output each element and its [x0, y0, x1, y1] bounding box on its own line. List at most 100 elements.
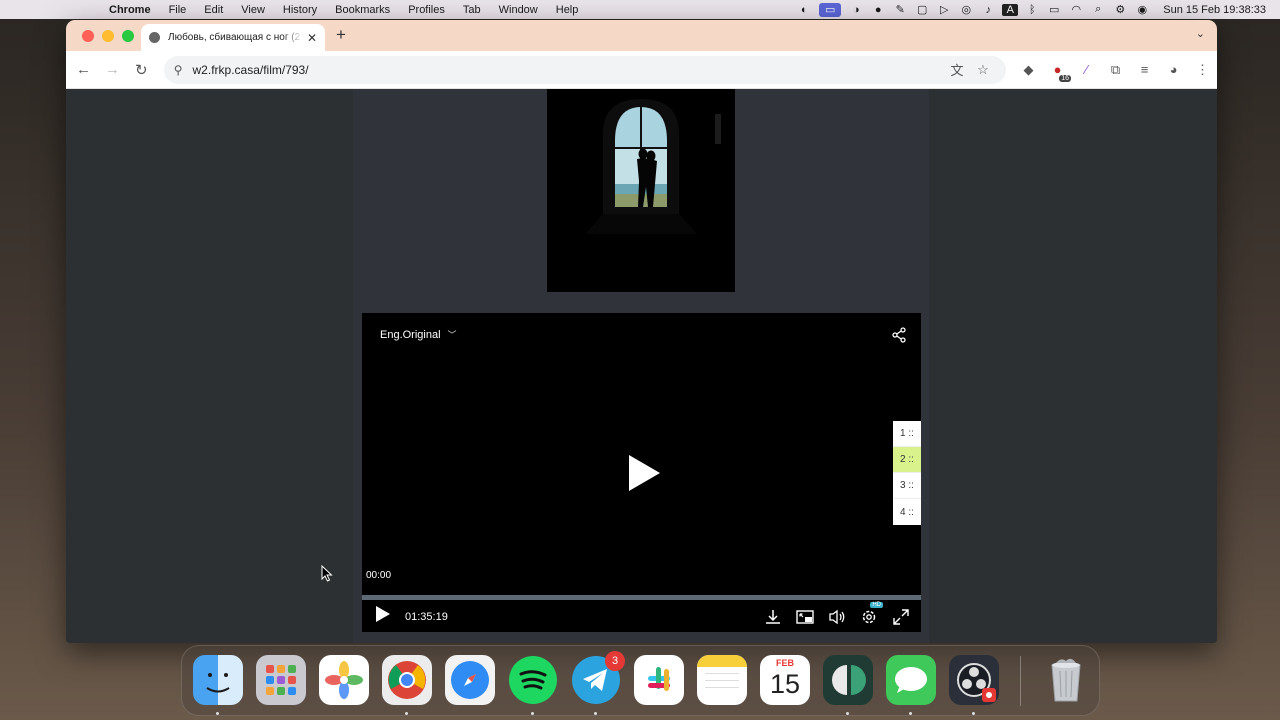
menu-profiles[interactable]: Profiles [399, 4, 454, 16]
forward-button[interactable]: → [98, 61, 127, 78]
tab-strip: Любовь, сбивающая с ног (2 ✕ + ⌄ [66, 20, 1217, 51]
user-icon[interactable]: ◎ [955, 3, 977, 16]
play-circle-icon[interactable]: ▷ [933, 3, 955, 16]
menu-help[interactable]: Help [547, 4, 588, 16]
trash-icon[interactable] [1041, 655, 1091, 705]
volume-icon[interactable]: ♪ [977, 4, 999, 16]
translate-icon[interactable]: 文 [944, 60, 970, 79]
reload-button[interactable]: ↻ [127, 61, 156, 79]
media-queue-icon[interactable]: ≡ [1130, 62, 1159, 77]
finder-icon[interactable] [193, 655, 243, 705]
pip-button[interactable] [795, 607, 815, 627]
menu-window[interactable]: Window [490, 4, 547, 16]
menu-app-name[interactable]: Chrome [100, 4, 160, 16]
wifi-icon[interactable]: ◠ [1065, 3, 1087, 16]
menubar-clock[interactable]: Sun 15 Feb 19:38:33 [1163, 4, 1266, 16]
poster-image [547, 89, 735, 292]
pen-extension-icon[interactable]: ∕ [1072, 62, 1101, 77]
tab-close-icon[interactable]: ✕ [307, 31, 317, 45]
tab-search-chevron-icon[interactable]: ⌄ [1196, 27, 1205, 40]
battery-icon[interactable]: ▭ [1043, 3, 1065, 16]
status-area: ◐ ▭ ◑ ● ✎ ▢ ▷ ◎ ♪ A ᛒ ▭ ◠ ⌕ ⚙ ◉ Sun 15 F… [793, 2, 1280, 17]
dock-separator [1020, 656, 1021, 706]
contrast-icon[interactable]: ◑ [845, 4, 867, 16]
close-window-button[interactable] [82, 29, 94, 42]
menu-tab[interactable]: Tab [454, 4, 490, 16]
bookmark-star-icon[interactable]: ☆ [970, 62, 996, 78]
menu-history[interactable]: History [274, 4, 326, 16]
page-content: Eng.Original ﹀ 00:00 1 :: 2:: 3:: 4::… [66, 89, 1217, 643]
extension-badge-icon[interactable]: ● 16 [1043, 62, 1072, 82]
messages-running-dot [909, 712, 912, 715]
volume-button[interactable] [827, 607, 847, 627]
window-controls [82, 29, 134, 42]
new-tab-button[interactable]: + [336, 25, 346, 45]
player-right-controls: HD [763, 601, 921, 627]
keyboard-input-icon[interactable]: A [1002, 3, 1019, 16]
server-option-3[interactable]: 3 :: [893, 473, 921, 499]
app-icon[interactable] [823, 655, 873, 705]
url-text[interactable]: w2.frkp.casa/film/793/ [193, 63, 944, 77]
control-center-icon[interactable]: ⚙ [1109, 3, 1131, 16]
app-status-icon[interactable]: ● [867, 4, 889, 16]
display-icon[interactable]: ▢ [911, 3, 933, 16]
server-option-2[interactable]: 2 :: [893, 447, 921, 473]
video-player[interactable]: Eng.Original ﹀ 00:00 1 :: 2:: 3:: 4::… [362, 313, 921, 632]
calendar-day: 15 [769, 669, 801, 699]
menu-view[interactable]: View [232, 4, 274, 16]
fullscreen-button[interactable] [891, 607, 911, 627]
address-bar[interactable]: ⚲ w2.frkp.casa/film/793/ 文 ☆ [163, 55, 1006, 84]
profile-avatar-icon[interactable]: ◕ [1159, 62, 1188, 77]
minimize-window-button[interactable] [102, 29, 114, 42]
menu-file[interactable]: File [160, 4, 196, 16]
chrome-icon[interactable] [382, 655, 432, 705]
pen-icon[interactable]: ✎ [889, 3, 911, 16]
server-option-1[interactable]: 1 :: [893, 421, 921, 447]
siri-icon[interactable]: ◉ [1131, 3, 1153, 16]
slack-icon[interactable] [634, 655, 684, 705]
messages-icon[interactable] [886, 655, 936, 705]
obs-running-dot [972, 712, 975, 715]
chrome-running-dot [405, 712, 408, 715]
big-play-button[interactable] [626, 453, 662, 498]
play-icon [629, 455, 660, 491]
picture-in-picture-icon [796, 609, 814, 624]
safari-icon[interactable] [445, 655, 495, 705]
telegram-unread-badge: 3 [605, 651, 625, 671]
progress-bar[interactable] [362, 595, 921, 600]
menu-edit[interactable]: Edit [195, 4, 232, 16]
browser-window: Любовь, сбивающая с ног (2 ✕ + ⌄ ← → ↻ ⚲… [66, 20, 1217, 643]
menu-bookmarks[interactable]: Bookmarks [326, 4, 399, 16]
share-button[interactable] [891, 327, 907, 348]
screen-share-icon[interactable]: ▭ [819, 2, 842, 17]
launchpad-icon[interactable] [256, 655, 306, 705]
mouse-cursor-icon [321, 565, 333, 582]
app-running-dot [846, 712, 849, 715]
chrome-menu-icon[interactable]: ⋮ [1188, 62, 1217, 78]
chevron-down-icon: ﹀ [447, 330, 457, 340]
zoom-window-button[interactable] [122, 29, 134, 42]
current-time: 00:00 [366, 570, 392, 581]
server-list: 1 :: 2 :: 3 :: 4 :: [893, 421, 921, 525]
play-button[interactable] [375, 605, 391, 628]
site-info-icon[interactable]: ⚲ [174, 63, 183, 77]
menu-bar: Chrome File Edit View History Bookmarks … [0, 0, 1280, 19]
spotlight-search-icon[interactable]: ⌕ [1087, 3, 1109, 16]
notes-icon[interactable] [697, 655, 747, 705]
back-button[interactable]: ← [69, 61, 98, 78]
settings-button[interactable]: HD [859, 601, 883, 627]
app-menus: Chrome File Edit View History Bookmarks … [100, 4, 587, 16]
browser-toolbar: ← → ↻ ⚲ w2.frkp.casa/film/793/ 文 ☆ ◆ ● 16… [66, 51, 1217, 89]
server-option-4[interactable]: 4 :: [893, 499, 921, 525]
photos-icon[interactable] [319, 655, 369, 705]
obs-icon[interactable] [949, 655, 999, 705]
calendar-icon[interactable]: FEB 15 [760, 655, 810, 705]
spotify-icon[interactable] [508, 655, 558, 705]
puzzle-extensions-icon[interactable]: ⧉ [1101, 62, 1130, 78]
audio-track-select[interactable]: Eng.Original ﹀ [380, 328, 457, 341]
bluetooth-icon[interactable]: ᛒ [1021, 4, 1043, 16]
active-tab[interactable]: Любовь, сбивающая с ног (2 ✕ [141, 24, 325, 51]
extension-icon[interactable]: ◆ [1014, 62, 1043, 78]
status-circle-icon[interactable]: ◐ [793, 4, 815, 16]
download-button[interactable] [763, 607, 783, 627]
